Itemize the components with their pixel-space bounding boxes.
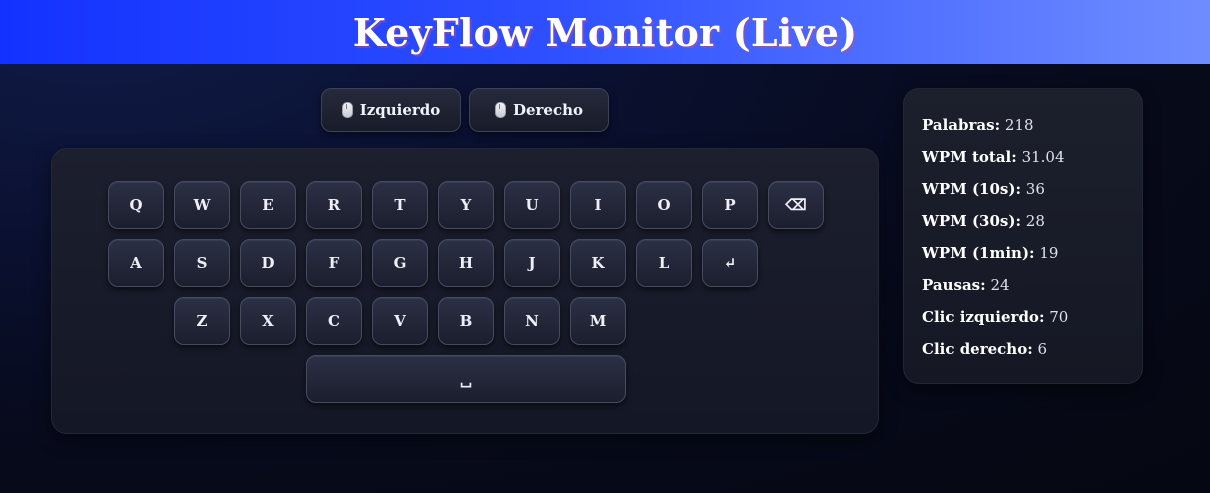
key-n[interactable]: N bbox=[504, 297, 560, 345]
backspace-key[interactable]: ⌫ bbox=[768, 181, 824, 229]
stat-label: Clic derecho: bbox=[922, 340, 1033, 358]
key-b[interactable]: B bbox=[438, 297, 494, 345]
stat-label: WPM total: bbox=[922, 148, 1017, 166]
stat-label: Pausas: bbox=[922, 276, 986, 294]
stat-words: Palabras: 218 bbox=[922, 115, 1124, 147]
key-r[interactable]: R bbox=[306, 181, 362, 229]
key-a[interactable]: A bbox=[108, 239, 164, 287]
right-click-label: Derecho bbox=[512, 101, 584, 119]
key-o[interactable]: O bbox=[636, 181, 692, 229]
key-v[interactable]: V bbox=[372, 297, 428, 345]
stat-wpm-30s: WPM (30s): 28 bbox=[922, 211, 1124, 243]
stat-right-clicks: Clic derecho: 6 bbox=[922, 339, 1124, 371]
key-q[interactable]: Q bbox=[108, 181, 164, 229]
stat-wpm-1min: WPM (1min): 19 bbox=[922, 243, 1124, 275]
keyboard-panel: Q W E R T Y U I O P ⌫ A S D F G H J K L … bbox=[51, 148, 879, 434]
key-i[interactable]: I bbox=[570, 181, 626, 229]
stat-label: WPM (10s): bbox=[922, 180, 1022, 198]
key-f[interactable]: F bbox=[306, 239, 362, 287]
stat-value: 28 bbox=[1025, 212, 1045, 230]
app-header: KeyFlow Monitor (Live) bbox=[0, 0, 1210, 64]
app-title: KeyFlow Monitor (Live) bbox=[352, 9, 858, 55]
mouse-buttons: Izquierdo Derecho bbox=[321, 88, 609, 132]
key-x[interactable]: X bbox=[240, 297, 296, 345]
stat-label: WPM (30s): bbox=[922, 212, 1022, 230]
left-click-button[interactable]: Izquierdo bbox=[321, 88, 461, 132]
key-y[interactable]: Y bbox=[438, 181, 494, 229]
stat-value: 70 bbox=[1049, 308, 1069, 326]
stat-left-clicks: Clic izquierdo: 70 bbox=[922, 307, 1124, 339]
stat-value: 19 bbox=[1039, 244, 1059, 262]
enter-key[interactable]: ↵ bbox=[702, 239, 758, 287]
key-m[interactable]: M bbox=[570, 297, 626, 345]
stat-value: 218 bbox=[1004, 116, 1034, 134]
key-h[interactable]: H bbox=[438, 239, 494, 287]
key-j[interactable]: J bbox=[504, 239, 560, 287]
stats-panel: Palabras: 218 WPM total: 31.04 WPM (10s)… bbox=[903, 88, 1143, 384]
key-s[interactable]: S bbox=[174, 239, 230, 287]
stat-label: WPM (1min): bbox=[922, 244, 1035, 262]
mouse-icon bbox=[341, 102, 353, 118]
stat-pauses: Pausas: 24 bbox=[922, 275, 1124, 307]
key-t[interactable]: T bbox=[372, 181, 428, 229]
key-k[interactable]: K bbox=[570, 239, 626, 287]
key-u[interactable]: U bbox=[504, 181, 560, 229]
right-click-button[interactable]: Derecho bbox=[469, 88, 609, 132]
stat-wpm-total: WPM total: 31.04 bbox=[922, 147, 1124, 179]
stat-value: 36 bbox=[1025, 180, 1045, 198]
stat-value: 31.04 bbox=[1021, 148, 1065, 166]
left-click-label: Izquierdo bbox=[359, 101, 441, 119]
stat-value: 6 bbox=[1037, 340, 1048, 358]
stat-label: Clic izquierdo: bbox=[922, 308, 1045, 326]
stat-value: 24 bbox=[990, 276, 1010, 294]
key-l[interactable]: L bbox=[636, 239, 692, 287]
stat-label: Palabras: bbox=[922, 116, 1001, 134]
key-d[interactable]: D bbox=[240, 239, 296, 287]
key-e[interactable]: E bbox=[240, 181, 296, 229]
key-p[interactable]: P bbox=[702, 181, 758, 229]
key-g[interactable]: G bbox=[372, 239, 428, 287]
key-c[interactable]: C bbox=[306, 297, 362, 345]
stat-wpm-10s: WPM (10s): 36 bbox=[922, 179, 1124, 211]
mouse-icon bbox=[494, 102, 506, 118]
key-z[interactable]: Z bbox=[174, 297, 230, 345]
space-key[interactable]: ␣ bbox=[306, 355, 626, 403]
key-w[interactable]: W bbox=[174, 181, 230, 229]
